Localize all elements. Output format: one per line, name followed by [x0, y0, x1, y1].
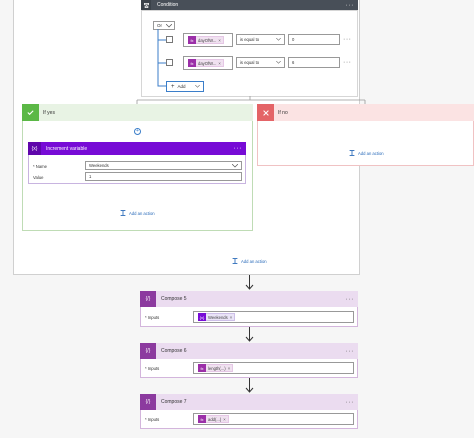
- more-icon[interactable]: ···: [234, 145, 243, 152]
- condition-title: Condition: [157, 2, 179, 8]
- value-field[interactable]: 1: [85, 172, 242, 181]
- row-operator-dropdown[interactable]: is equal to: [236, 34, 285, 45]
- add-action-icon: [349, 150, 355, 156]
- row-value-field[interactable]: 0: [288, 34, 340, 45]
- yes-add-action[interactable]: Add an action: [120, 210, 155, 216]
- no-add-action[interactable]: Add an action: [349, 150, 384, 156]
- remove-token-icon[interactable]: ×: [218, 61, 222, 66]
- no-branch-title: If no: [278, 109, 288, 116]
- variable-icon: {x}: [28, 142, 41, 155]
- more-icon[interactable]: ···: [343, 59, 352, 66]
- expression-icon: fx: [198, 364, 206, 372]
- check-icon: [22, 104, 39, 121]
- remove-token-icon[interactable]: ×: [218, 38, 222, 43]
- variable-icon: {x}: [198, 313, 206, 321]
- condition-icon: [141, 0, 151, 10]
- chevron-down-icon: [232, 163, 238, 167]
- arrow-down-icon: [245, 327, 254, 342]
- inputs-token[interactable]: fx add(...) ×: [198, 415, 229, 423]
- name-label: * Name: [33, 164, 47, 169]
- inputs-token[interactable]: {x} Weekends ×: [198, 313, 236, 321]
- expression-icon: fx: [188, 36, 196, 44]
- inputs-label: * Inputs: [145, 417, 160, 422]
- row-operator-dropdown[interactable]: is equal to: [236, 57, 285, 68]
- remove-token-icon[interactable]: ×: [230, 315, 234, 320]
- yes-branch-header[interactable]: If yes: [22, 104, 253, 121]
- remove-token-icon[interactable]: ×: [223, 417, 227, 422]
- no-branch-header[interactable]: If no: [257, 104, 474, 121]
- compose-header[interactable]: {/} Compose 7 ···: [140, 394, 358, 410]
- close-icon: [257, 104, 274, 121]
- yes-branch-title: If yes: [43, 109, 55, 116]
- compose-icon: {/}: [140, 343, 156, 359]
- name-dropdown[interactable]: Weekends: [85, 161, 242, 170]
- value-label: Value: [33, 175, 44, 180]
- inputs-label: * Inputs: [145, 315, 160, 320]
- row-token[interactable]: fx dayOfW... ×: [188, 59, 224, 67]
- chevron-down-icon: [276, 38, 281, 41]
- insert-step-icon[interactable]: +: [134, 128, 141, 135]
- expression-icon: fx: [198, 415, 206, 423]
- arrow-down-icon: [245, 275, 254, 290]
- row-checkbox[interactable]: [166, 59, 173, 66]
- more-icon[interactable]: ···: [346, 296, 355, 303]
- plus-icon: +: [171, 83, 175, 90]
- add-action-icon: [232, 258, 238, 264]
- more-icon[interactable]: ···: [346, 348, 355, 355]
- row-token[interactable]: fx dayOfW... ×: [188, 36, 224, 44]
- remove-token-icon[interactable]: ×: [228, 366, 232, 371]
- condition-header[interactable]: Condition ···: [141, 0, 358, 10]
- or-label: Or: [157, 23, 162, 28]
- row-value-field[interactable]: 6: [288, 57, 340, 68]
- row-checkbox[interactable]: [166, 36, 173, 43]
- outer-add-action[interactable]: Add an action: [232, 258, 267, 264]
- compose-header[interactable]: {/} Compose 6 ···: [140, 343, 358, 359]
- chevron-down-icon: [195, 85, 200, 88]
- chevron-down-icon: [166, 23, 172, 27]
- compose-header[interactable]: {/} Compose 5 ···: [140, 291, 358, 307]
- increment-variable-header[interactable]: {x} Increment variable ···: [28, 142, 246, 155]
- add-action-icon: [120, 210, 126, 216]
- compose-icon: {/}: [140, 394, 156, 410]
- expression-icon: fx: [188, 59, 196, 67]
- add-button[interactable]: + Add: [166, 81, 204, 92]
- more-icon[interactable]: ···: [343, 36, 352, 43]
- inputs-label: * Inputs: [145, 366, 160, 371]
- inputs-token[interactable]: fx length(...) ×: [198, 364, 234, 372]
- more-icon[interactable]: ···: [346, 399, 355, 406]
- more-icon[interactable]: ···: [346, 2, 355, 9]
- increment-variable-title: Increment variable: [46, 145, 88, 152]
- chevron-down-icon: [276, 61, 281, 64]
- arrow-down-icon: [245, 378, 254, 393]
- compose-icon: {/}: [140, 291, 156, 307]
